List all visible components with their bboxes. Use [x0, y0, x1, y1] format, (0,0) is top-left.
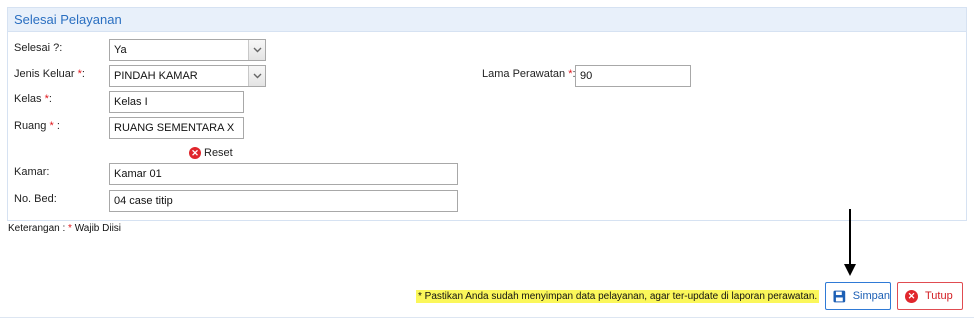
lama-perawatan-label: Lama Perawatan *: [482, 68, 576, 80]
selesai-label: Selesai ?: [14, 42, 63, 54]
ruang-input[interactable]: RUANG SEMENTARA X [109, 117, 244, 139]
kelas-input[interactable]: Kelas I [109, 91, 244, 113]
simpan-button[interactable]: Simpan [825, 282, 891, 310]
tutup-button[interactable]: ✕ Tutup [897, 282, 963, 310]
lama-perawatan-input[interactable]: 90 [575, 65, 691, 87]
chevron-down-icon[interactable] [248, 66, 265, 86]
panel-title: Selesai Pelayanan [8, 8, 966, 32]
no-bed-input[interactable]: 04 case titip [109, 190, 458, 212]
reset-label: Reset [204, 147, 233, 159]
ruang-label: Ruang * : [14, 120, 60, 132]
chevron-down-icon[interactable] [248, 40, 265, 60]
save-warning-text: * Pastikan Anda sudah menyimpan data pel… [416, 290, 820, 303]
arrow-down-icon [844, 209, 856, 276]
close-circle-icon: ✕ [189, 147, 201, 159]
simpan-label: Simpan [852, 290, 890, 302]
kamar-label: Kamar: [14, 166, 50, 178]
jenis-keluar-label: Jenis Keluar *: [14, 68, 85, 80]
tutup-label: Tutup [925, 290, 953, 302]
selesai-value: Ya [114, 44, 127, 56]
selesai-select[interactable]: Ya [109, 39, 266, 61]
selesai-pelayanan-panel: Selesai Pelayanan Selesai ?: Ya Jenis Ke… [7, 7, 967, 221]
kamar-input[interactable]: Kamar 01 [109, 163, 458, 185]
floppy-disk-icon [833, 290, 846, 302]
jenis-keluar-select[interactable]: PINDAH KAMAR [109, 65, 266, 87]
divider [0, 317, 974, 318]
close-circle-icon: ✕ [905, 289, 918, 303]
no-bed-label: No. Bed: [14, 193, 57, 205]
reset-button[interactable]: ✕ Reset [189, 147, 233, 159]
jenis-keluar-value: PINDAH KAMAR [114, 70, 198, 82]
kelas-label: Kelas *: [14, 93, 52, 105]
keterangan-note: Keterangan : * Wajib Diisi [8, 223, 122, 234]
